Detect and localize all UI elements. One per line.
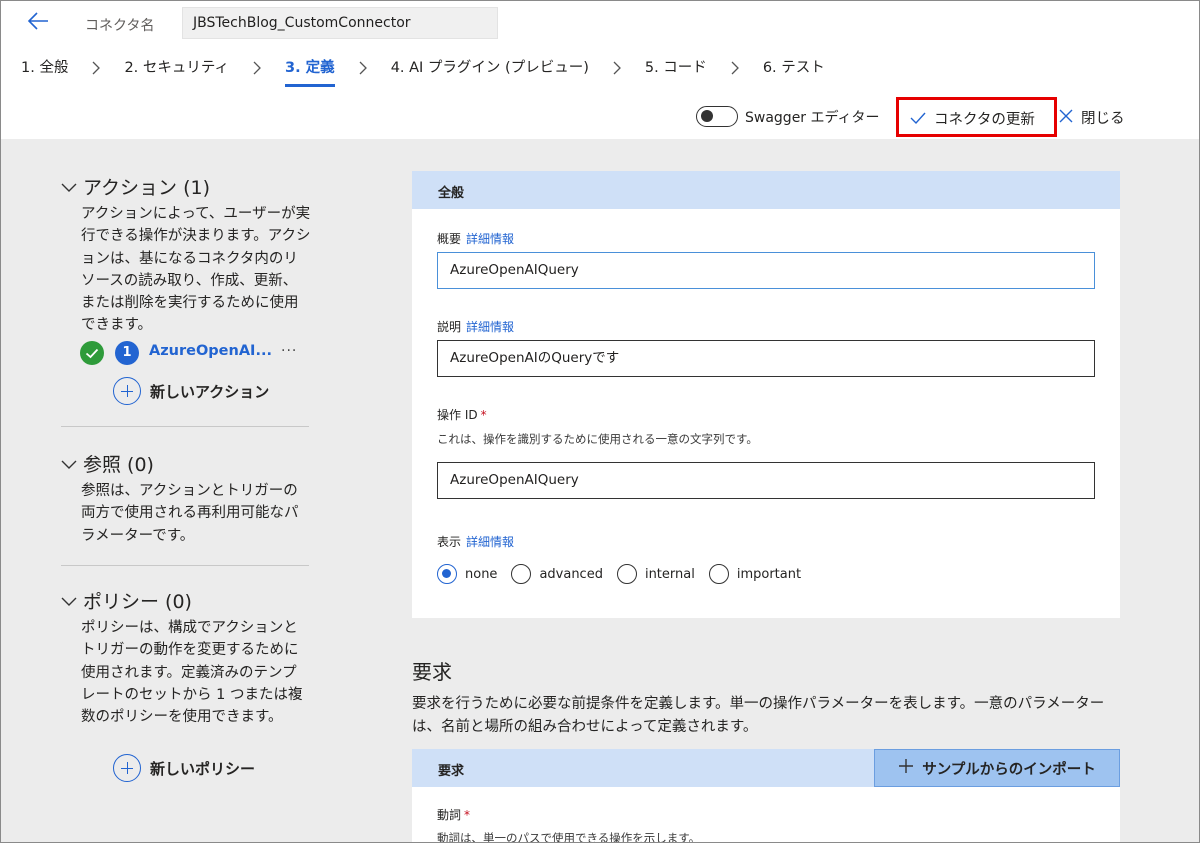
- radio-ring: [437, 564, 457, 584]
- chevron-right-icon: [721, 59, 749, 77]
- references-description: 参照は、アクションとトリガーの両方で使用される再利用可能なパラメーターです。: [81, 483, 299, 544]
- radio-ring: [616, 564, 637, 584]
- step-code[interactable]: 5. コード: [645, 59, 707, 87]
- swagger-editor-label: Swagger エディター: [745, 110, 880, 126]
- plus-icon: [898, 758, 914, 778]
- verb-help: 動詞は、単一のパスで使用できる操作を示します。: [437, 831, 701, 843]
- policies-section-header[interactable]: ポリシー (0): [61, 587, 192, 614]
- request-card-header: 要求 サンプルからのインポート: [412, 749, 1120, 787]
- actions-section-header[interactable]: アクション (1): [61, 173, 210, 200]
- request-section-description: 要求を行うために必要な前提条件を定義します。単一の操作パラメーターを表します。一…: [412, 696, 1105, 735]
- request-section-title: 要求: [412, 660, 452, 684]
- divider: [61, 565, 309, 566]
- visibility-label-text: 表示: [437, 535, 462, 549]
- left-panel: アクション (1) アクションによって、ユーザーが実行できる操作が決まります。ア…: [1, 139, 331, 842]
- import-from-sample-button[interactable]: サンプルからのインポート: [874, 749, 1120, 787]
- wizard-steps: 1. 全般 2. セキュリティ 3. 定義 4. AI プラグイン (プレビュー…: [21, 59, 825, 91]
- chevron-right-icon: [349, 59, 377, 77]
- step-test[interactable]: 6. テスト: [763, 59, 825, 87]
- close-label: 閉じる: [1081, 110, 1125, 127]
- description-input[interactable]: AzureOpenAIのQueryです: [437, 340, 1095, 377]
- add-circle-icon: [113, 754, 141, 782]
- operation-id-help: これは、操作を識別するために使用される一意の文字列です。: [437, 432, 758, 446]
- action-item[interactable]: 1 AzureOpenAI... ···: [80, 341, 320, 367]
- required-marker: *: [480, 408, 487, 422]
- chevron-down-icon: [61, 590, 77, 612]
- chevron-right-icon: [603, 59, 631, 77]
- visibility-radio-advanced[interactable]: advanced: [511, 564, 603, 584]
- step-definition[interactable]: 3. 定義: [285, 59, 335, 87]
- visibility-radio-group: none advanced internal important: [437, 564, 815, 584]
- window: コネクタ名 JBSTechBlog_CustomConnector 1. 全般 …: [0, 0, 1200, 843]
- new-policy-label: 新しいポリシー: [150, 759, 256, 778]
- radio-label: none: [465, 566, 498, 582]
- action-name-link[interactable]: AzureOpenAI...: [149, 343, 272, 359]
- radio-ring: [708, 564, 729, 584]
- policies-title: ポリシー (0): [83, 591, 192, 613]
- operation-id-label-text: 操作 ID: [437, 408, 478, 422]
- add-circle-icon: [113, 377, 141, 405]
- summary-label: 概要 詳細情報: [437, 230, 514, 247]
- actions-description: アクションによって、ユーザーが実行できる操作が決まります。アクションは、基になる…: [81, 206, 311, 334]
- step-security[interactable]: 2. セキュリティ: [124, 59, 229, 87]
- verb-label-text: 動詞: [437, 808, 462, 822]
- import-from-sample-label: サンプルからのインポート: [922, 761, 1096, 778]
- radio-ring: [511, 564, 532, 584]
- step-ai-plugin[interactable]: 4. AI プラグイン (プレビュー): [391, 59, 589, 87]
- request-card-title: 要求: [438, 764, 465, 779]
- more-options-icon[interactable]: ···: [281, 343, 297, 359]
- update-connector-button[interactable]: コネクタの更新: [896, 97, 1057, 137]
- visibility-radio-none[interactable]: none: [437, 564, 497, 584]
- radio-label: internal: [644, 566, 695, 582]
- chevron-right-icon: [243, 59, 271, 77]
- policies-description: ポリシーは、構成でアクションとトリガーの動作を変更するために使用されます。定義済…: [81, 620, 303, 726]
- close-icon: [1059, 108, 1073, 127]
- general-card-title: 全般: [438, 186, 465, 201]
- description-label: 説明 詳細情報: [437, 318, 514, 335]
- verb-label: 動詞 *: [437, 806, 470, 823]
- visibility-radio-important[interactable]: important: [708, 564, 802, 584]
- description-label-text: 説明: [437, 320, 462, 334]
- step-general[interactable]: 1. 全般: [21, 59, 68, 87]
- general-card: 全般 概要 詳細情報 AzureOpenAIQuery 説明 詳細情報 AzureO…: [412, 171, 1120, 618]
- summary-learn-more-link[interactable]: 詳細情報: [466, 232, 514, 246]
- new-policy-button[interactable]: 新しいポリシー: [113, 754, 255, 782]
- check-icon: [909, 110, 927, 129]
- general-card-header: 全般: [412, 171, 1120, 209]
- visibility-radio-internal[interactable]: internal: [616, 564, 695, 584]
- close-button[interactable]: 閉じる: [1059, 107, 1125, 127]
- success-check-icon: [80, 341, 104, 365]
- toolbar: Swagger エディター コネクタの更新 閉じる: [1, 97, 1199, 137]
- connector-name-input[interactable]: JBSTechBlog_CustomConnector: [182, 7, 498, 39]
- new-action-label: 新しいアクション: [150, 382, 270, 401]
- references-section-header[interactable]: 参照 (0): [61, 450, 154, 477]
- chevron-right-icon: [82, 59, 110, 77]
- top-bar: コネクタ名 JBSTechBlog_CustomConnector 1. 全般 …: [1, 1, 1199, 139]
- update-connector-label: コネクタの更新: [934, 112, 1035, 128]
- actions-title: アクション (1): [83, 177, 211, 199]
- divider: [61, 426, 309, 427]
- summary-label-text: 概要: [437, 232, 462, 246]
- toggle-knob: [701, 110, 713, 122]
- chevron-down-icon: [61, 453, 77, 475]
- radio-label: advanced: [539, 566, 603, 582]
- operation-id-input[interactable]: AzureOpenAIQuery: [437, 462, 1095, 499]
- description-learn-more-link[interactable]: 詳細情報: [466, 320, 514, 334]
- radio-label: important: [736, 566, 802, 582]
- back-arrow-icon[interactable]: [25, 10, 51, 32]
- new-action-button[interactable]: 新しいアクション: [113, 377, 269, 405]
- swagger-editor-toggle[interactable]: [696, 106, 738, 127]
- request-card: 要求 サンプルからのインポート 動詞 * 動詞は、単一のパスで使用できる操作を示し…: [412, 749, 1120, 843]
- connector-name-label: コネクタ名: [85, 18, 155, 34]
- references-title: 参照 (0): [83, 454, 154, 476]
- visibility-label: 表示 詳細情報: [437, 533, 514, 550]
- summary-input[interactable]: AzureOpenAIQuery: [437, 252, 1095, 289]
- chevron-down-icon: [61, 176, 77, 198]
- action-number-badge: 1: [115, 341, 139, 365]
- required-marker: *: [464, 808, 471, 822]
- visibility-learn-more-link[interactable]: 詳細情報: [466, 535, 514, 549]
- operation-id-label: 操作 ID *: [437, 406, 487, 423]
